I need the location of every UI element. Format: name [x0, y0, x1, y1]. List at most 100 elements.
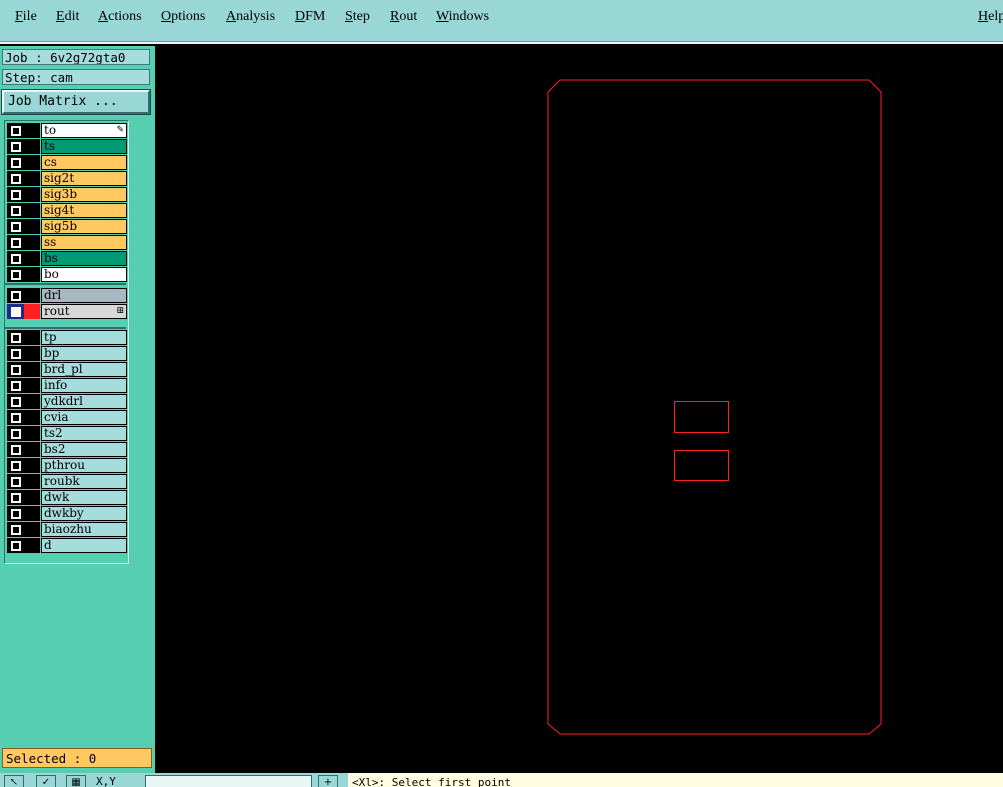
menu-options[interactable]: Options [161, 9, 205, 25]
layer-checkbox[interactable] [7, 187, 24, 202]
layer-row-bp[interactable]: bp [7, 346, 127, 361]
layer-checkbox[interactable] [7, 203, 24, 218]
layer-affected-indicator[interactable] [24, 538, 40, 553]
layer-name[interactable]: ts2 [41, 426, 127, 441]
layer-checkbox[interactable] [7, 442, 24, 457]
plus-button[interactable]: + [318, 775, 338, 787]
layer-name[interactable]: sig5b [41, 219, 127, 234]
layer-row-sig4t[interactable]: sig4t [7, 203, 127, 218]
layer-name[interactable]: roubk [41, 474, 127, 489]
layer-checkbox[interactable] [7, 538, 24, 553]
layer-tool-icon[interactable]: ▦ [66, 775, 86, 787]
check-tool-icon[interactable]: ✓ [36, 775, 56, 787]
layer-row-roubk[interactable]: roubk [7, 474, 127, 489]
layer-row-brd_pl[interactable]: brd_pl [7, 362, 127, 377]
layer-affected-indicator[interactable] [24, 219, 40, 234]
layer-affected-indicator[interactable] [24, 123, 40, 138]
layer-affected-indicator[interactable] [24, 378, 40, 393]
layer-row-pthrou[interactable]: pthrou [7, 458, 127, 473]
layer-name[interactable]: drl [41, 288, 127, 303]
layer-row-bs[interactable]: bs [7, 251, 127, 266]
layer-affected-indicator[interactable] [24, 267, 40, 282]
layer-name[interactable]: bp [41, 346, 127, 361]
layer-row-dwk[interactable]: dwk [7, 490, 127, 505]
menu-file[interactable]: File [15, 9, 37, 25]
layer-name[interactable]: ydkdrl [41, 394, 127, 409]
layer-name[interactable]: sig2t [41, 171, 127, 186]
layer-name[interactable]: tp [41, 330, 127, 345]
layer-affected-indicator[interactable] [24, 458, 40, 473]
layer-row-biaozhu[interactable]: biaozhu [7, 522, 127, 537]
layer-name[interactable]: info [41, 378, 127, 393]
layer-name[interactable]: rout ⊞ [41, 304, 127, 319]
menu-actions[interactable]: Actions [98, 9, 142, 25]
layer-checkbox[interactable] [7, 251, 24, 266]
layer-checkbox[interactable] [7, 410, 24, 425]
layer-row-sig3b[interactable]: sig3b [7, 187, 127, 202]
layer-row-d[interactable]: d [7, 538, 127, 553]
layer-row-bo[interactable]: bo [7, 267, 127, 282]
menu-dfm[interactable]: DFM [295, 9, 325, 25]
layer-checkbox[interactable] [7, 330, 24, 345]
layer-affected-indicator[interactable] [24, 288, 40, 303]
layer-name[interactable]: d [41, 538, 127, 553]
layer-row-drl[interactable]: drl [7, 288, 127, 303]
layer-affected-indicator[interactable] [24, 506, 40, 521]
layer-checkbox[interactable] [7, 362, 24, 377]
menu-step[interactable]: Step [345, 9, 370, 25]
layer-checkbox[interactable] [7, 139, 24, 154]
layer-name[interactable]: cvia [41, 410, 127, 425]
pointer-tool-icon[interactable]: ↖ [4, 775, 24, 787]
menu-help[interactable]: Help [978, 9, 1003, 25]
layer-affected-indicator[interactable] [24, 304, 40, 319]
layer-name[interactable]: ts [41, 139, 127, 154]
layer-checkbox[interactable] [7, 394, 24, 409]
layer-name[interactable]: bs2 [41, 442, 127, 457]
layer-row-dwkby[interactable]: dwkby [7, 506, 127, 521]
layer-checkbox[interactable] [7, 522, 24, 537]
layer-name[interactable]: to ✎ [41, 123, 127, 138]
layer-name[interactable]: biaozhu [41, 522, 127, 537]
layer-name[interactable]: dwk [41, 490, 127, 505]
layer-affected-indicator[interactable] [24, 203, 40, 218]
layer-affected-indicator[interactable] [24, 235, 40, 250]
layer-checkbox[interactable] [7, 155, 24, 170]
layer-checkbox[interactable] [7, 235, 24, 250]
layer-checkbox[interactable] [7, 288, 24, 303]
layer-row-to[interactable]: to ✎ [7, 123, 127, 138]
layer-checkbox[interactable] [7, 458, 24, 473]
layer-row-tp[interactable]: tp [7, 330, 127, 345]
layer-checkbox[interactable] [7, 267, 24, 282]
layer-affected-indicator[interactable] [24, 362, 40, 377]
layer-checkbox[interactable] [7, 123, 24, 138]
layer-checkbox[interactable] [7, 490, 24, 505]
graphics-canvas[interactable] [155, 46, 1003, 773]
layer-checkbox[interactable] [7, 219, 24, 234]
layer-affected-indicator[interactable] [24, 251, 40, 266]
layer-row-cs[interactable]: cs [7, 155, 127, 170]
layer-checkbox[interactable] [7, 474, 24, 489]
layer-name[interactable]: sig4t [41, 203, 127, 218]
coordinate-input[interactable] [145, 775, 312, 787]
layer-name[interactable]: ss [41, 235, 127, 250]
layer-affected-indicator[interactable] [24, 426, 40, 441]
layer-name[interactable]: brd_pl [41, 362, 127, 377]
layer-checkbox[interactable] [7, 346, 24, 361]
layer-name[interactable]: bo [41, 267, 127, 282]
layer-affected-indicator[interactable] [24, 330, 40, 345]
layer-name[interactable]: pthrou [41, 458, 127, 473]
layer-affected-indicator[interactable] [24, 522, 40, 537]
menu-analysis[interactable]: Analysis [226, 9, 275, 25]
layer-affected-indicator[interactable] [24, 187, 40, 202]
layer-affected-indicator[interactable] [24, 442, 40, 457]
layer-row-cvia[interactable]: cvia [7, 410, 127, 425]
layer-affected-indicator[interactable] [24, 410, 40, 425]
layer-row-ts2[interactable]: ts2 [7, 426, 127, 441]
layer-affected-indicator[interactable] [24, 346, 40, 361]
menu-edit[interactable]: Edit [56, 9, 79, 25]
layer-affected-indicator[interactable] [24, 490, 40, 505]
layer-row-rout[interactable]: rout ⊞ [7, 304, 127, 319]
layer-row-ss[interactable]: ss [7, 235, 127, 250]
layer-affected-indicator[interactable] [24, 474, 40, 489]
layer-row-ts[interactable]: ts [7, 139, 127, 154]
